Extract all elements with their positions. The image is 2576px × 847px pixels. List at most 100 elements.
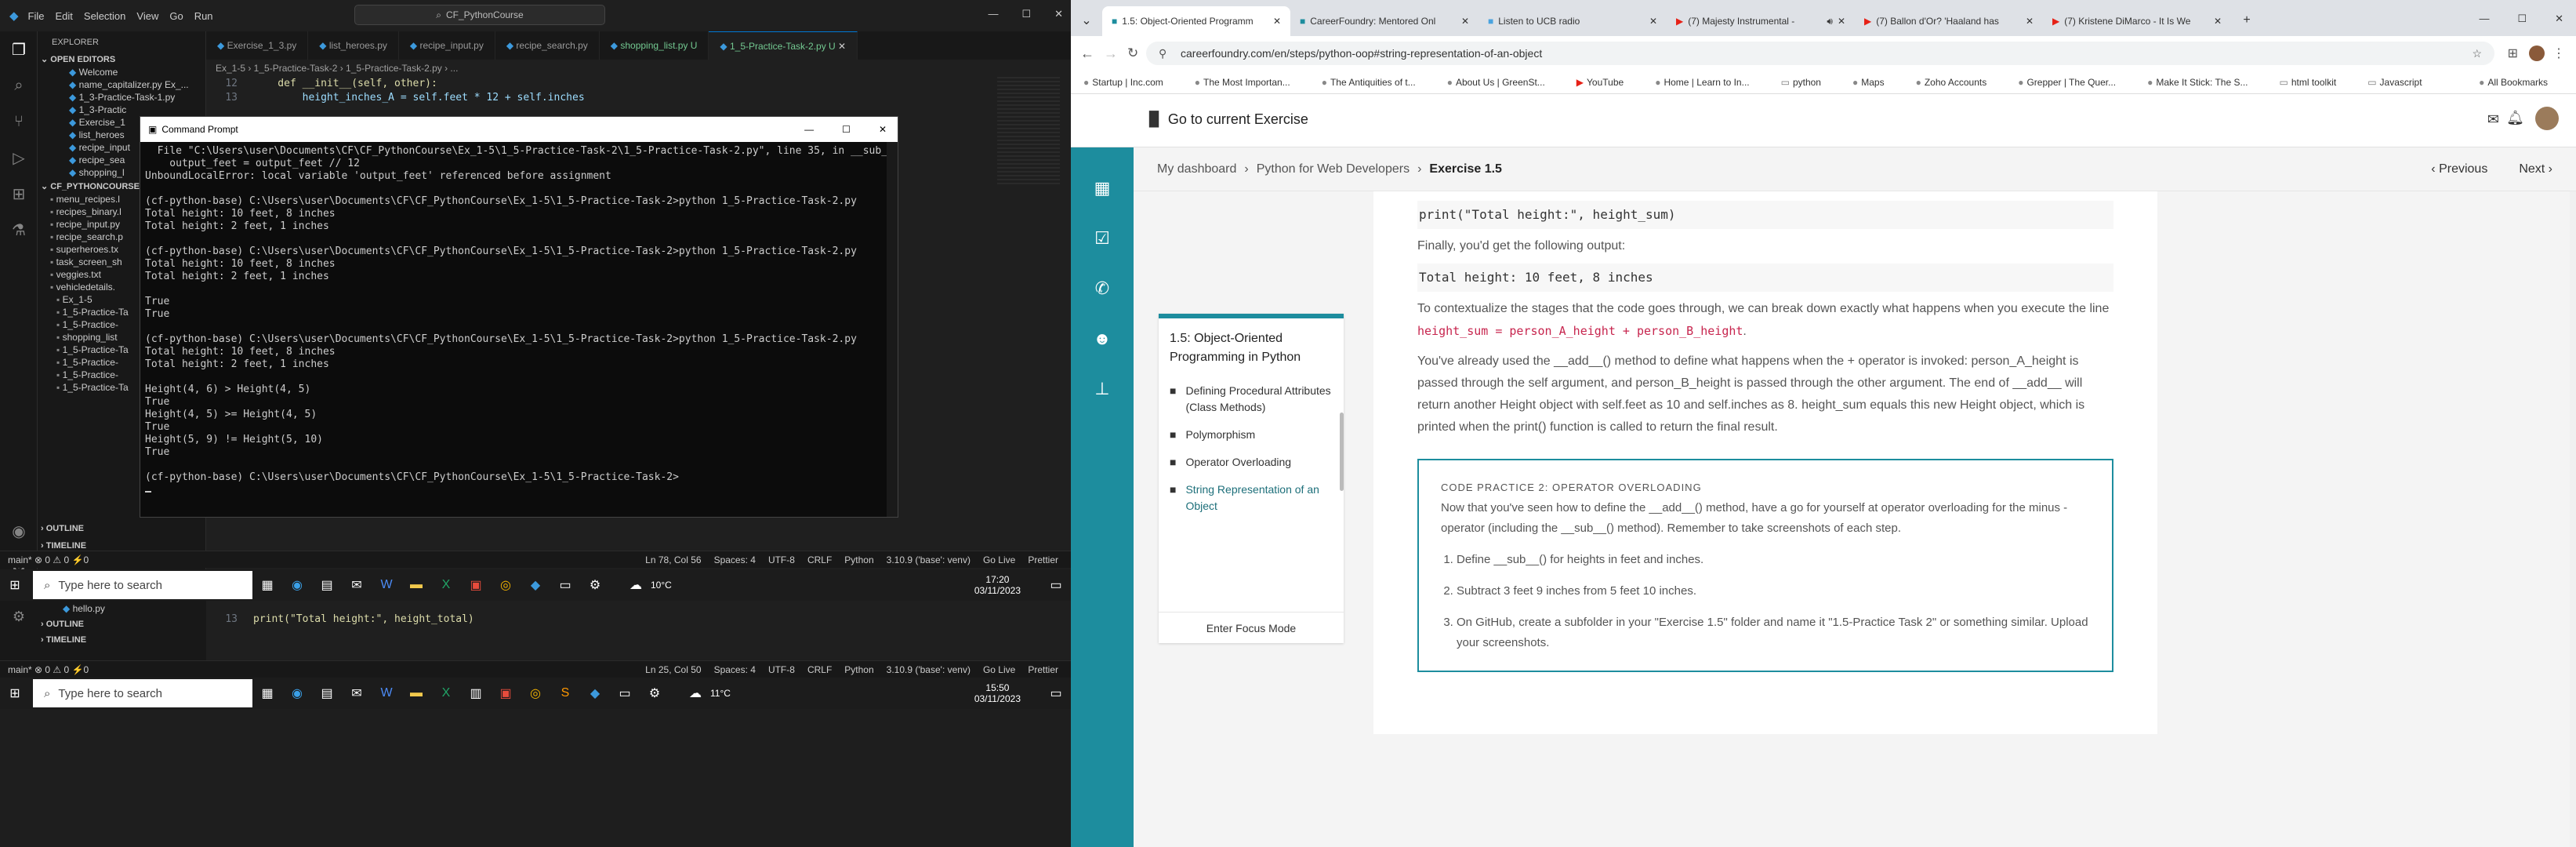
status-prettier[interactable]: Prettier (1028, 554, 1058, 565)
crumb-course[interactable]: Python for Web Developers (1257, 162, 1410, 176)
menu-selection[interactable]: Selection (84, 10, 125, 22)
browser-tab-youtube-1[interactable]: ▶ (7) Majesty Instrumental - 🔊︎ ✕ (1667, 6, 1855, 36)
status-encoding[interactable]: UTF-8 (768, 554, 795, 565)
menu-go[interactable]: Go (169, 10, 183, 22)
extensions-icon[interactable]: ⊞ (2508, 45, 2518, 61)
checklist-icon[interactable]: ☑ (1071, 213, 1134, 264)
enter-focus-mode-button[interactable]: Enter Focus Mode (1159, 612, 1344, 643)
bookmark-item[interactable]: ● Maps (1852, 77, 1900, 88)
minimize-icon[interactable]: — (804, 124, 814, 135)
bookmark-item[interactable]: ● Home | Learn to In... (1655, 77, 1765, 88)
bookmark-item[interactable]: ● The Most Importan... (1195, 77, 1306, 88)
word-icon[interactable]: W (372, 569, 401, 601)
bookmark-item[interactable]: ▭ html toolkit (2280, 77, 2353, 88)
pdf-icon[interactable]: ▣ (491, 678, 521, 709)
toc-scrollbar[interactable] (1340, 413, 1344, 491)
bell-icon[interactable]: 🔔︎ (2506, 110, 2524, 126)
vscode-icon[interactable]: ◆ (580, 678, 610, 709)
status-language[interactable]: Python (844, 664, 873, 675)
run-debug-icon[interactable]: ▷ (0, 140, 38, 176)
maximize-icon[interactable]: ☐ (1021, 8, 1031, 20)
windows-start-icon[interactable]: ⊞ (0, 678, 30, 709)
sublime-icon[interactable]: S (550, 678, 580, 709)
bookmark-item[interactable]: ● Make It Stick: The S... (2147, 77, 2263, 88)
close-icon[interactable]: ✕ (2555, 13, 2563, 25)
edge-icon[interactable]: ◉ (282, 678, 312, 709)
status-interpreter[interactable]: 3.10.9 ('base': venv) (887, 554, 971, 565)
store-icon[interactable]: ▤ (312, 678, 342, 709)
tab-recipe-input[interactable]: ◆ recipe_input.py (399, 31, 495, 60)
settings-icon[interactable]: ⚙ (640, 678, 669, 709)
new-tab-icon[interactable]: + (2231, 5, 2262, 36)
close-tab-icon[interactable]: ✕ (1838, 16, 1845, 27)
source-control-icon[interactable]: ⑂ (0, 104, 38, 140)
bookmark-item[interactable]: ▶ YouTube (1576, 77, 1639, 88)
site-info-icon[interactable]: ⚲ (1159, 47, 1166, 60)
clock[interactable]: 15:50 03/11/2023 (974, 682, 1021, 704)
file-explorer-icon[interactable]: ▬ (401, 569, 431, 601)
status-go-live[interactable]: Go Live (983, 554, 1015, 565)
address-bar[interactable]: ⚲ careerfoundry.com/en/steps/python-oop#… (1146, 42, 2494, 65)
mail-icon[interactable]: ✉ (342, 569, 372, 601)
excel-icon[interactable]: X (431, 569, 461, 601)
command-center-search[interactable]: ⌕ CF_PythonCourse (354, 5, 605, 25)
notifications-icon[interactable]: ▭ (1041, 569, 1071, 601)
store-icon[interactable]: ▤ (312, 569, 342, 601)
close-tab-icon[interactable]: ✕ (2026, 16, 2034, 27)
status-language[interactable]: Python (844, 554, 873, 565)
task-view-icon[interactable]: ▦ (252, 678, 282, 709)
status-interpreter[interactable]: 3.10.9 ('base': venv) (887, 664, 971, 675)
bookmark-item[interactable]: ● Grepper | The Quer... (2018, 77, 2132, 88)
tab-search-icon[interactable]: ⌄ (1071, 5, 1102, 36)
bookmark-item[interactable]: ● Startup | Inc.com (1083, 77, 1179, 88)
browser-tab-mentored[interactable]: ■ CareerFoundry: Mentored Onl ✕ (1290, 6, 1478, 36)
task-view-icon[interactable]: ▦ (252, 569, 282, 601)
weather-icon[interactable]: ☁ (680, 678, 710, 709)
forward-icon[interactable]: → (1104, 45, 1118, 62)
reload-icon[interactable]: ↻ (1127, 45, 1138, 61)
minimize-icon[interactable]: — (2479, 13, 2489, 25)
status-encoding[interactable]: UTF-8 (768, 664, 795, 675)
status-indent[interactable]: Spaces: 4 (714, 554, 756, 565)
menu-view[interactable]: View (136, 10, 158, 22)
browser-tab-youtube-3[interactable]: ▶ (7) Kristene DiMarco - It Is We ✕ (2043, 6, 2231, 36)
community-icon[interactable]: ☻ (1071, 314, 1134, 364)
explorer-icon[interactable]: ❐ (0, 31, 38, 67)
search-activity-icon[interactable]: ⌕ (0, 67, 38, 104)
bookmark-item[interactable]: ● About Us | GreenSt... (1447, 77, 1561, 88)
close-tab-icon[interactable]: ✕ (1273, 16, 1281, 27)
chrome-icon[interactable]: ◎ (491, 569, 521, 601)
tab-recipe-search[interactable]: ◆ recipe_search.py (495, 31, 600, 60)
taskbar-search[interactable]: ⌕ Type here to search (33, 571, 252, 599)
open-editors-header[interactable]: ⌄ OPEN EDITORS (38, 53, 205, 66)
clock[interactable]: 17:20 03/11/2023 (974, 574, 1021, 596)
account-icon[interactable]: ◉ (0, 513, 38, 549)
tab-list-heroes[interactable]: ◆ list_heroes.py (308, 31, 399, 60)
windows-start-icon[interactable]: ⊞ (0, 569, 30, 601)
crumb-exercise[interactable]: Exercise 1.5 (1429, 162, 1502, 176)
close-tab-icon[interactable]: ✕ (1649, 16, 1657, 27)
outline-panel[interactable]: › OUTLINE (38, 616, 206, 632)
chrome-icon[interactable]: ◎ (521, 678, 550, 709)
sitemap-icon[interactable]: ⊥ (1071, 364, 1134, 414)
page-scrollbar[interactable] (2570, 191, 2576, 847)
mail-icon[interactable]: ✉ (342, 678, 372, 709)
close-tab-icon[interactable]: ✕ (838, 41, 846, 52)
user-avatar[interactable] (2535, 107, 2559, 130)
maximize-icon[interactable]: ☐ (842, 124, 851, 135)
toc-title[interactable]: 1.5: Object-Oriented Programming in Pyth… (1159, 318, 1344, 375)
phone-icon[interactable]: ✆ (1071, 264, 1134, 314)
close-tab-icon[interactable]: ✕ (2214, 16, 2222, 27)
previous-button[interactable]: ‹ Previous (2431, 162, 2487, 176)
settings-icon[interactable]: ⚙ (580, 569, 610, 601)
extensions-icon[interactable]: ⊞ (0, 176, 38, 212)
minimize-icon[interactable]: — (988, 8, 998, 20)
close-icon[interactable]: ✕ (1054, 8, 1063, 20)
toc-item[interactable]: ■ Operator Overloading (1170, 454, 1337, 471)
status-indent[interactable]: Spaces: 4 (714, 664, 756, 675)
open-editor-item[interactable]: ◆ name_capitalizer.py Ex_... (38, 78, 205, 91)
menu-run[interactable]: Run (194, 10, 213, 22)
outline-panel[interactable]: › OUTLINE (38, 522, 84, 535)
close-tab-icon[interactable]: ✕ (1461, 16, 1469, 27)
back-icon[interactable]: ← (1080, 45, 1094, 62)
